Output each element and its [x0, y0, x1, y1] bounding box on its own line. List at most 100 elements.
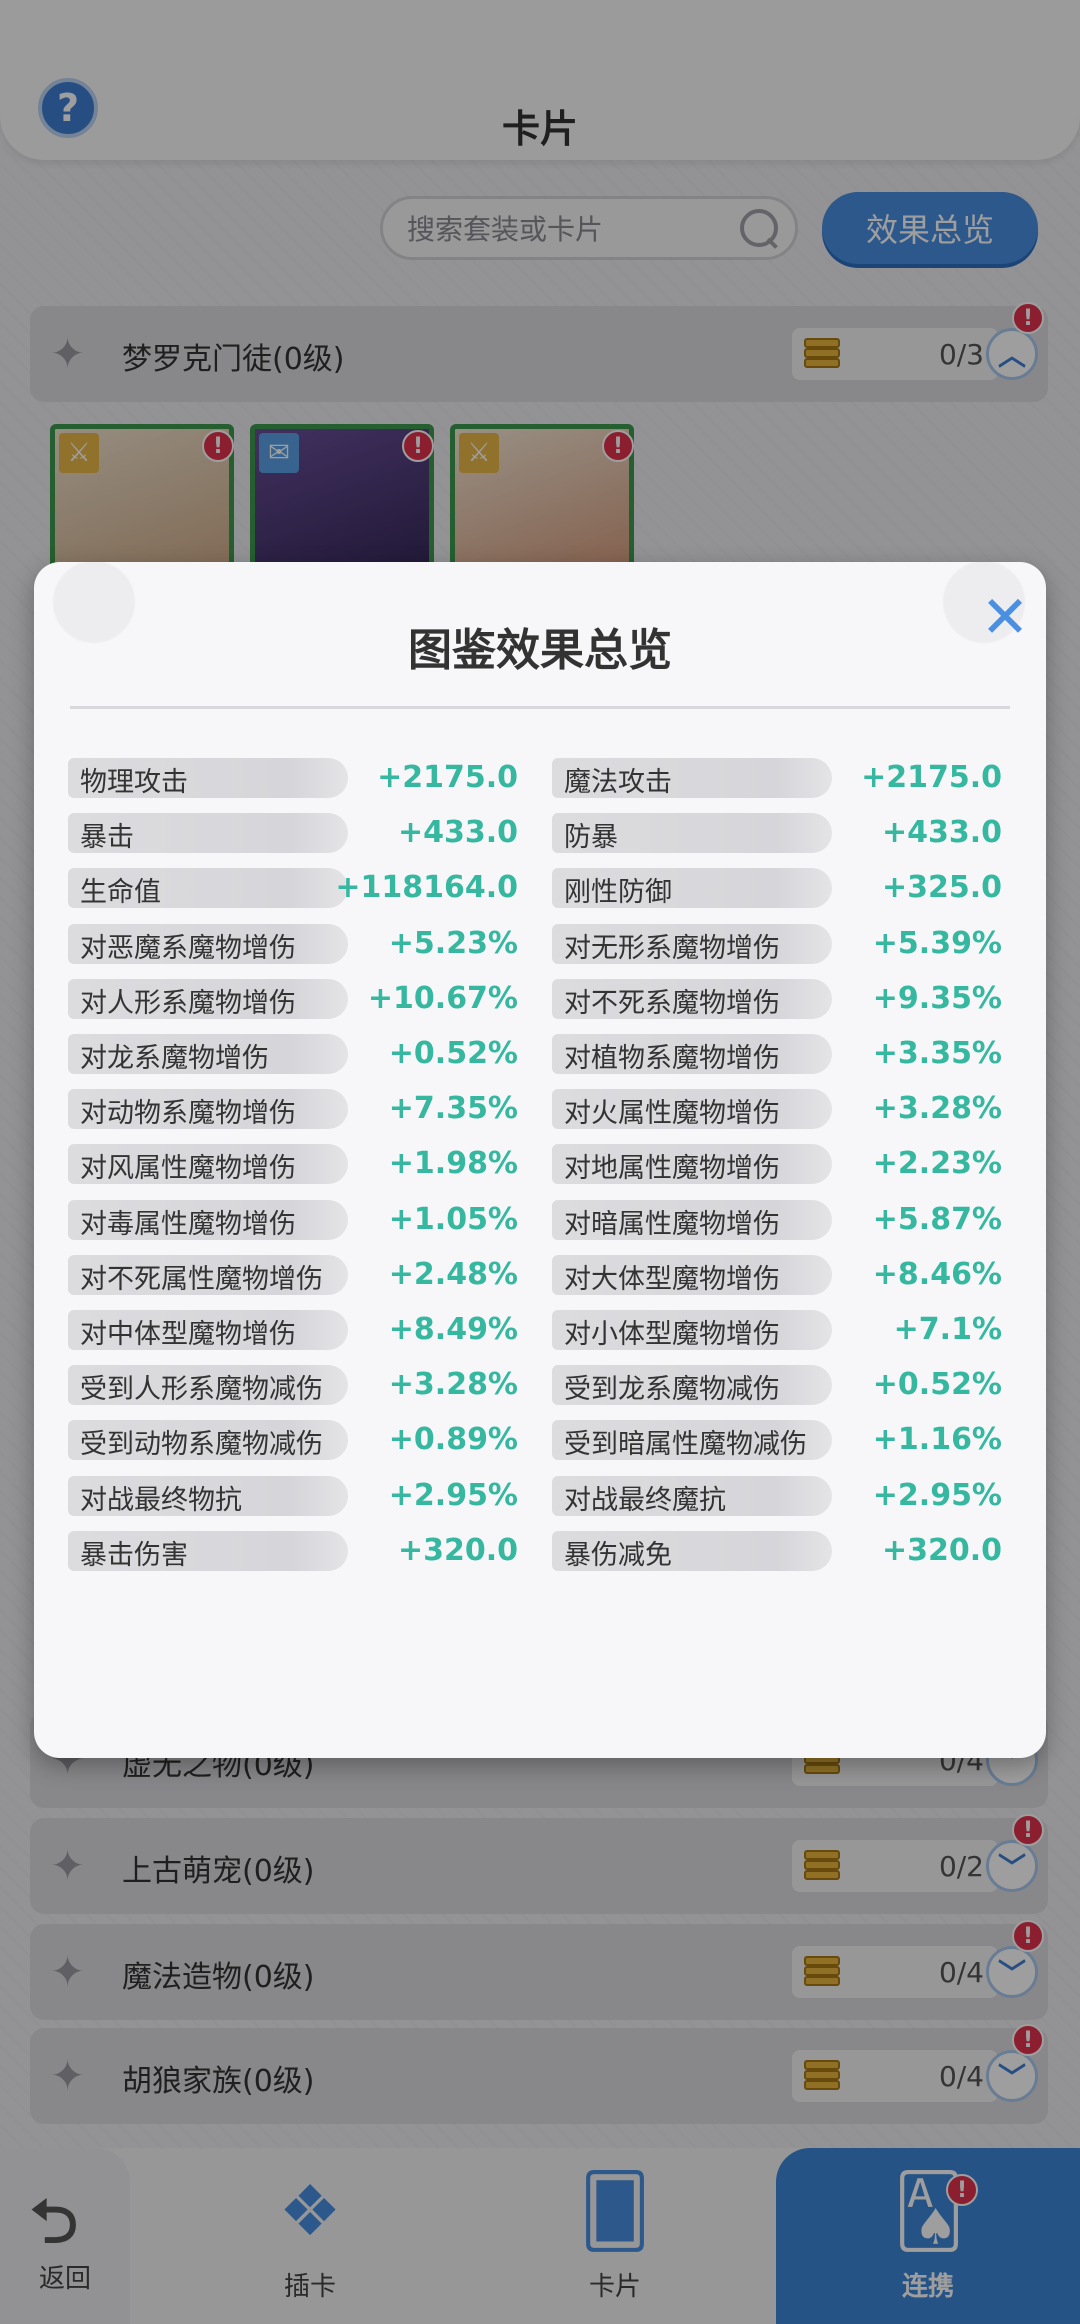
stat-value: +1.16% — [872, 1422, 1002, 1458]
stat-value: +433.0 — [397, 815, 518, 851]
stat-item: 对无形系魔物增伤 +5.39% — [552, 923, 1002, 964]
close-icon[interactable]: ✕ — [978, 588, 1032, 646]
stat-value: +0.89% — [388, 1422, 518, 1458]
stat-value: +2.23% — [872, 1146, 1002, 1182]
stat-item: 对火属性魔物增伤 +3.28% — [552, 1089, 1002, 1130]
stat-row: 受到人形系魔物减伤 +3.28% 受到龙系魔物减伤 +0.52% — [68, 1365, 1028, 1406]
stat-label: 对战最终魔抗 — [564, 1484, 726, 1516]
stat-value: +5.23% — [388, 925, 518, 961]
stat-item: 对风属性魔物增伤 +1.98% — [68, 1144, 518, 1185]
stat-label: 暴伤减免 — [564, 1539, 672, 1571]
stat-label: 对大体型魔物增伤 — [564, 1263, 780, 1295]
stat-item: 暴伤减免 +320.0 — [552, 1530, 1002, 1571]
stat-value: +7.1% — [893, 1312, 1002, 1347]
stat-item: 对不死系魔物增伤 +9.35% — [552, 978, 1002, 1019]
stat-item: 对大体型魔物增伤 +8.46% — [552, 1254, 1002, 1295]
stat-row: 暴击 +433.0 防暴 +433.0 — [68, 813, 1028, 854]
stat-row: 暴击伤害 +320.0 暴伤减免 +320.0 — [68, 1530, 1028, 1571]
stat-value: +10.67% — [367, 980, 518, 1016]
stat-row: 对动物系魔物增伤 +7.35% 对火属性魔物增伤 +3.28% — [68, 1089, 1028, 1130]
stat-value: +0.52% — [388, 1036, 518, 1071]
stat-item: 对地属性魔物增伤 +2.23% — [552, 1144, 1002, 1185]
stat-value: +2.95% — [388, 1477, 518, 1513]
stat-label: 受到动物系魔物减伤 — [80, 1429, 323, 1461]
stat-item: 受到龙系魔物减伤 +0.52% — [552, 1365, 1002, 1406]
stat-item: 暴击伤害 +320.0 — [68, 1530, 518, 1571]
stat-item: 对不死属性魔物增伤 +2.48% — [68, 1254, 518, 1295]
stat-value: +433.0 — [881, 815, 1002, 851]
effect-summary-modal: 图鉴效果总览 ✕ 物理攻击 +2175.0 魔法攻击 +2175.0 暴击 +433.0 防… — [34, 562, 1046, 1758]
stat-label: 防暴 — [564, 822, 618, 854]
stat-label: 刚性防御 — [564, 877, 672, 909]
stat-value: +118164.0 — [335, 870, 518, 906]
stat-label: 对不死系魔物增伤 — [564, 987, 780, 1019]
stat-row: 对中体型魔物增伤 +8.49% 对小体型魔物增伤 +7.1% — [68, 1310, 1028, 1350]
stat-row: 生命值 +118164.0 刚性防御 +325.0 — [68, 868, 1028, 909]
stat-label: 对火属性魔物增伤 — [564, 1098, 780, 1130]
stat-label: 对战最终物抗 — [80, 1484, 242, 1516]
stat-item: 魔法攻击 +2175.0 — [552, 758, 1002, 798]
stat-label: 对暗属性魔物增伤 — [564, 1208, 780, 1240]
stat-item: 对中体型魔物增伤 +8.49% — [68, 1310, 518, 1350]
stat-label: 暴击伤害 — [80, 1539, 188, 1571]
stat-label: 对动物系魔物增伤 — [80, 1098, 296, 1130]
modal-divider — [70, 706, 1010, 709]
stat-item: 对战最终物抗 +2.95% — [68, 1475, 518, 1516]
stat-item: 对小体型魔物增伤 +7.1% — [552, 1310, 1002, 1350]
stat-label: 受到暗属性魔物减伤 — [564, 1429, 807, 1461]
stat-item: 对龙系魔物增伤 +0.52% — [68, 1034, 518, 1074]
stat-value: +5.39% — [872, 925, 1002, 961]
stat-label: 受到人形系魔物减伤 — [80, 1374, 323, 1406]
stat-item: 对植物系魔物增伤 +3.35% — [552, 1034, 1002, 1074]
stat-value: +1.05% — [388, 1201, 518, 1237]
stat-row: 对不死属性魔物增伤 +2.48% 对大体型魔物增伤 +8.46% — [68, 1254, 1028, 1295]
stat-value: +2175.0 — [861, 760, 1002, 795]
stat-row: 物理攻击 +2175.0 魔法攻击 +2175.0 — [68, 758, 1028, 798]
stat-label: 物理攻击 — [80, 767, 188, 798]
stat-label: 魔法攻击 — [564, 767, 672, 798]
stat-value: +2.48% — [388, 1256, 518, 1292]
stat-label: 生命值 — [80, 877, 161, 909]
stat-row: 对人形系魔物增伤 +10.67% 对不死系魔物增伤 +9.35% — [68, 978, 1028, 1019]
stat-item: 受到暗属性魔物减伤 +1.16% — [552, 1420, 1002, 1461]
stat-label: 对恶魔系魔物增伤 — [80, 932, 296, 964]
stat-item: 受到动物系魔物减伤 +0.89% — [68, 1420, 518, 1461]
stat-item: 对恶魔系魔物增伤 +5.23% — [68, 923, 518, 964]
stat-value: +3.28% — [872, 1091, 1002, 1127]
stat-label: 对地属性魔物增伤 — [564, 1153, 780, 1185]
stat-label: 对人形系魔物增伤 — [80, 987, 296, 1019]
stat-item: 生命值 +118164.0 — [68, 868, 518, 909]
stat-item: 受到人形系魔物减伤 +3.28% — [68, 1365, 518, 1406]
stat-row: 对风属性魔物增伤 +1.98% 对地属性魔物增伤 +2.23% — [68, 1144, 1028, 1185]
stat-label: 受到龙系魔物减伤 — [564, 1374, 780, 1406]
stat-item: 对战最终魔抗 +2.95% — [552, 1475, 1002, 1516]
stat-item: 对暗属性魔物增伤 +5.87% — [552, 1199, 1002, 1240]
stat-item: 物理攻击 +2175.0 — [68, 758, 518, 798]
modal-title: 图鉴效果总览 — [408, 625, 672, 676]
stat-value: +0.52% — [872, 1367, 1002, 1403]
stat-value: +3.28% — [388, 1367, 518, 1403]
stat-row: 受到动物系魔物减伤 +0.89% 受到暗属性魔物减伤 +1.16% — [68, 1420, 1028, 1461]
stat-value: +1.98% — [388, 1146, 518, 1182]
stat-value: +320.0 — [881, 1532, 1002, 1568]
stat-value: +8.49% — [388, 1312, 518, 1347]
stat-item: 刚性防御 +325.0 — [552, 868, 1002, 909]
stat-value: +2175.0 — [377, 760, 518, 795]
stat-value: +7.35% — [388, 1091, 518, 1127]
stat-label: 对植物系魔物增伤 — [564, 1043, 780, 1074]
stat-label: 对不死属性魔物增伤 — [80, 1263, 323, 1295]
stat-value: +9.35% — [872, 980, 1002, 1016]
stat-label: 对龙系魔物增伤 — [80, 1043, 269, 1074]
stat-row: 对战最终物抗 +2.95% 对战最终魔抗 +2.95% — [68, 1475, 1028, 1516]
stat-item: 对人形系魔物增伤 +10.67% — [68, 978, 518, 1019]
stat-item: 对毒属性魔物增伤 +1.05% — [68, 1199, 518, 1240]
stat-row: 对龙系魔物增伤 +0.52% 对植物系魔物增伤 +3.35% — [68, 1034, 1028, 1074]
stat-value: +8.46% — [872, 1256, 1002, 1292]
stat-value: +5.87% — [872, 1201, 1002, 1237]
stat-value: +2.95% — [872, 1477, 1002, 1513]
stat-label: 对风属性魔物增伤 — [80, 1153, 296, 1185]
stat-value: +320.0 — [397, 1532, 518, 1568]
stat-value: +325.0 — [881, 870, 1002, 906]
stat-row: 对恶魔系魔物增伤 +5.23% 对无形系魔物增伤 +5.39% — [68, 923, 1028, 964]
stat-item: 防暴 +433.0 — [552, 813, 1002, 854]
